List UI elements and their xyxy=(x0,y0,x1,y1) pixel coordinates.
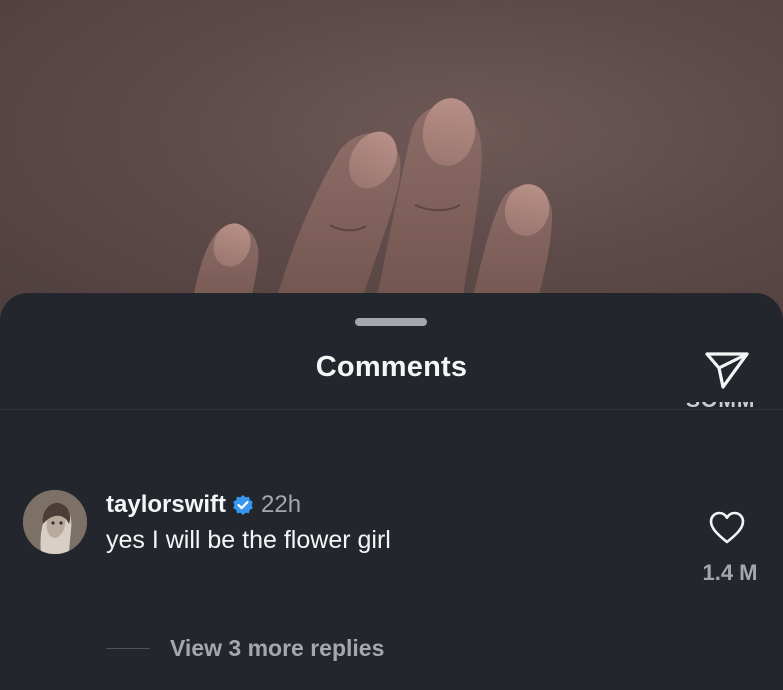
clipped-label: SOMM xyxy=(686,402,755,412)
heart-outline-icon xyxy=(709,511,745,544)
paper-plane-icon xyxy=(705,352,749,389)
comment-header: taylorswift 22h xyxy=(106,490,301,520)
clipped-previous-text: SOMM xyxy=(686,402,766,412)
verified-badge-icon xyxy=(232,494,254,516)
header-divider xyxy=(0,409,783,410)
share-button[interactable] xyxy=(702,346,752,392)
post-photo xyxy=(0,0,783,330)
hand-image xyxy=(190,98,552,330)
view-replies-button[interactable]: View 3 more replies xyxy=(106,633,384,663)
avatar[interactable] xyxy=(23,490,87,554)
comment-text: yes I will be the flower girl xyxy=(106,526,391,554)
replies-divider-line xyxy=(106,647,150,649)
drag-handle-icon[interactable] xyxy=(355,318,427,326)
like-button[interactable] xyxy=(707,510,747,546)
comment-timestamp: 22h xyxy=(261,491,302,518)
screen: Comments SOMM xyxy=(0,0,783,690)
comment-item: taylorswift 22h yes I will be the flower… xyxy=(0,490,783,600)
comments-sheet: Comments SOMM xyxy=(0,293,783,690)
like-count: 1.4 M xyxy=(702,560,758,585)
avatar-photo xyxy=(23,490,87,554)
comment-username[interactable]: taylorswift xyxy=(106,491,226,519)
sheet-title: Comments xyxy=(315,351,468,383)
view-replies-label: View 3 more replies xyxy=(170,634,385,661)
